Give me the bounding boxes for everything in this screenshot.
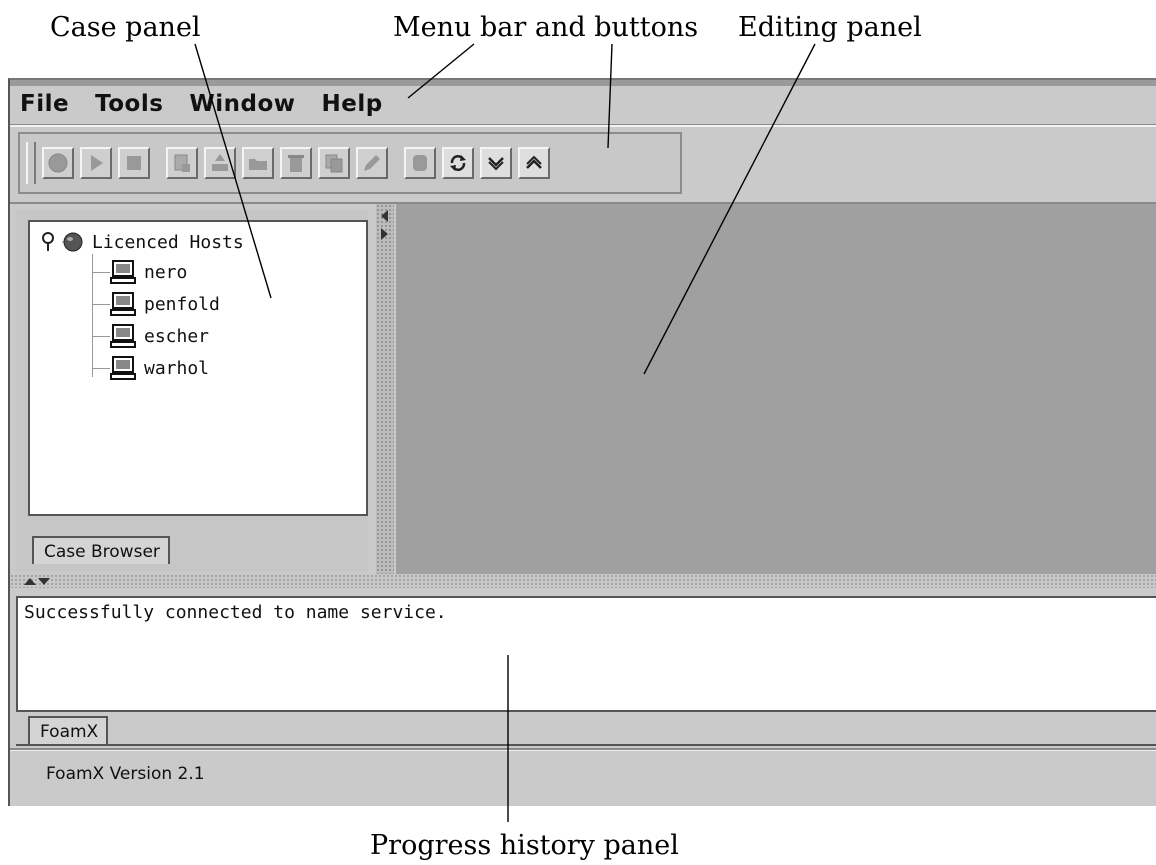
- toolbar-grip[interactable]: [26, 142, 36, 184]
- computer-icon: [110, 260, 136, 284]
- new-case-button[interactable]: [166, 147, 198, 179]
- tree-item-host[interactable]: penfold: [92, 292, 220, 316]
- edit-button[interactable]: [356, 147, 388, 179]
- tree-root-label: Licenced Hosts: [92, 231, 244, 253]
- menu-help[interactable]: Help: [322, 91, 383, 117]
- toolbar: [18, 132, 682, 194]
- expand-icon: [526, 155, 542, 169]
- stop-icon: [127, 156, 141, 170]
- status-separator: [10, 748, 1156, 751]
- tab-foamx[interactable]: FoamX: [28, 716, 109, 744]
- play-icon: [91, 155, 103, 171]
- collapse-icon: [488, 157, 504, 171]
- case-browser-tree: Licenced Hosts nero penfold escher warho…: [28, 220, 368, 516]
- status-bar-text: FoamX Version 2.1: [46, 764, 205, 784]
- host-label: warhol: [144, 357, 210, 379]
- database-icon: [413, 155, 427, 171]
- callout-editing-panel: Editing panel: [738, 12, 922, 43]
- host-label: penfold: [144, 293, 220, 315]
- computer-icon: [110, 292, 136, 316]
- record-button[interactable]: [42, 147, 74, 179]
- play-button[interactable]: [80, 147, 112, 179]
- copy-button[interactable]: [318, 147, 350, 179]
- menu-bar: File Tools Window Help: [10, 88, 1156, 120]
- delete-button[interactable]: [280, 147, 312, 179]
- host-label: escher: [144, 325, 210, 347]
- menu-separator: [10, 124, 1156, 127]
- menu-tools[interactable]: Tools: [95, 91, 163, 117]
- progress-message: Successfully connected to name service.: [24, 602, 447, 623]
- tree-toggle-icon[interactable]: [40, 231, 56, 253]
- horizontal-splitter[interactable]: [10, 574, 1156, 588]
- progress-history-panel: Successfully connected to name service.: [16, 596, 1156, 712]
- tab-case-browser[interactable]: Case Browser: [32, 536, 170, 564]
- collapse-button[interactable]: [480, 147, 512, 179]
- callout-progress-panel: Progress history panel: [370, 830, 679, 861]
- splitter-arrows-icon[interactable]: [378, 208, 390, 248]
- tree-item-host[interactable]: nero: [92, 260, 187, 284]
- foamx-window: File Tools Window Help Licenced Hosts ne…: [8, 78, 1156, 806]
- refresh-icon: [450, 155, 466, 171]
- vertical-splitter[interactable]: [376, 204, 394, 574]
- menu-window[interactable]: Window: [189, 91, 295, 117]
- tree-item-host[interactable]: warhol: [92, 356, 209, 380]
- delete-icon: [288, 155, 304, 172]
- edit-icon: [364, 155, 380, 171]
- splitter-arrows-icon[interactable]: [22, 575, 52, 587]
- record-icon: [48, 153, 68, 173]
- title-bar: [10, 80, 1156, 86]
- new-case-icon: [174, 154, 190, 172]
- import-button[interactable]: [204, 147, 236, 179]
- stop-button[interactable]: [118, 147, 150, 179]
- case-panel: Licenced Hosts nero penfold escher warho…: [16, 210, 368, 572]
- callout-case-panel: Case panel: [50, 12, 201, 43]
- editing-panel: [396, 204, 1156, 574]
- tree-item-host[interactable]: escher: [92, 324, 209, 348]
- callout-menu-bar: Menu bar and buttons: [393, 12, 699, 43]
- database-button[interactable]: [404, 147, 436, 179]
- computer-icon: [110, 324, 136, 348]
- copy-icon: [325, 154, 343, 173]
- expand-button[interactable]: [518, 147, 550, 179]
- open-folder-icon: [249, 159, 267, 170]
- globe-icon: [62, 232, 83, 252]
- host-label: nero: [144, 261, 188, 283]
- computer-icon: [110, 356, 136, 380]
- import-icon: [212, 154, 228, 171]
- tree-root[interactable]: Licenced Hosts: [40, 230, 244, 254]
- menu-file[interactable]: File: [20, 91, 69, 117]
- open-folder-button[interactable]: [242, 147, 274, 179]
- refresh-button[interactable]: [442, 147, 474, 179]
